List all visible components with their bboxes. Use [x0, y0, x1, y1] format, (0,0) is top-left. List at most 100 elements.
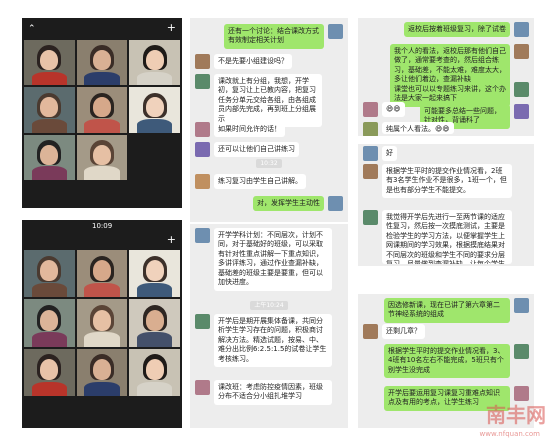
participant-body — [31, 166, 68, 180]
incoming-message-bubble[interactable]: 纯属个人看法。😄😄 — [382, 122, 454, 134]
participant-face — [145, 309, 164, 331]
participant-body — [31, 332, 68, 347]
avatar[interactable] — [363, 324, 378, 339]
watermark-url: www.nfquan.com — [479, 430, 540, 438]
participant-video-tile[interactable] — [24, 40, 75, 86]
participant-body — [84, 381, 120, 396]
avatar[interactable] — [195, 122, 210, 137]
avatar[interactable] — [195, 142, 210, 157]
chat-panel-review: 返校后按着班级复习，除了试卷 我个人的看法，返校后那有他们自己做了，通常要考查的，… — [358, 18, 534, 136]
participant-video-tile[interactable] — [76, 40, 128, 86]
avatar[interactable] — [195, 314, 210, 329]
participant-body — [84, 332, 120, 347]
chat-timestamp: 上午10:24 — [190, 300, 348, 310]
participant-grid — [24, 40, 180, 180]
video-call-panel-top: ⌃ + — [22, 18, 182, 208]
chat-panel-plan: 开学学科计划：不同层次，计划不同，对于基础好的班级，可以采取有针对性重点讲解一下… — [190, 224, 348, 428]
status-time: 10:09 — [92, 222, 113, 230]
avatar[interactable] — [195, 174, 210, 189]
avatar[interactable] — [514, 82, 529, 97]
outgoing-message-bubble[interactable]: 返校后按着班级复习，除了试卷 — [404, 22, 510, 38]
participant-face — [40, 359, 59, 380]
participant-face — [145, 49, 164, 70]
incoming-message-bubble[interactable]: 好 — [382, 146, 397, 162]
participant-video-tile[interactable] — [129, 250, 180, 298]
participant-video-tile[interactable] — [129, 299, 180, 347]
avatar[interactable] — [195, 228, 210, 243]
participant-video-tile[interactable] — [129, 348, 180, 396]
participant-video-tile[interactable] — [129, 87, 180, 133]
avatar[interactable] — [195, 74, 210, 89]
participant-body — [31, 283, 68, 298]
avatar[interactable] — [514, 44, 529, 59]
outgoing-message-bubble[interactable]: 因选修新课，现在已讲了第六章第二节神经系统的组成 — [384, 298, 510, 323]
incoming-message-bubble[interactable]: 开学学科计划：不同层次，计划不同，对于基础好的班级，可以采取有针对性重点讲解一下… — [214, 228, 332, 291]
avatar[interactable] — [363, 146, 378, 161]
participant-video-tile[interactable] — [76, 134, 128, 180]
avatar[interactable] — [514, 104, 529, 119]
avatar[interactable] — [514, 22, 529, 37]
incoming-message-bubble[interactable]: 课改就上有分组，我想，开学初，复习让上已教内容，把复习任务分单元交给各组，由各组… — [214, 74, 322, 128]
plus-icon[interactable]: + — [167, 22, 176, 33]
participant-body — [31, 71, 68, 86]
participant-face — [40, 144, 59, 165]
participant-body — [84, 166, 120, 180]
participant-grid — [24, 250, 180, 396]
incoming-message-bubble[interactable]: 课改班：考虑防控疫情因素，班级分布不适合分小组扎堆学习 — [214, 380, 332, 405]
participant-body — [31, 381, 68, 396]
participant-video-tile[interactable] — [76, 348, 128, 396]
participant-face — [92, 309, 112, 331]
participant-face — [92, 97, 112, 118]
participant-body — [136, 332, 173, 347]
avatar[interactable] — [195, 380, 210, 395]
participant-video-tile[interactable] — [24, 134, 75, 180]
incoming-message-bubble[interactable]: 😄😄 — [382, 102, 405, 118]
incoming-message-bubble[interactable]: 我觉得开学后先进行一至两节课的适应性复习，然后按一次摸底测试，主要是检验学生的学… — [382, 210, 512, 264]
participant-face — [92, 49, 112, 70]
participant-face — [145, 359, 164, 380]
avatar[interactable] — [195, 54, 210, 69]
incoming-message-bubble[interactable]: 根据学生平时的提交作业情况看，2班有3名学生作业不是很多，1班一个，但是也有部分… — [382, 164, 512, 199]
participant-video-tile[interactable] — [24, 87, 75, 133]
participant-video-tile[interactable] — [76, 299, 128, 347]
participant-video-tile[interactable] — [24, 299, 75, 347]
participant-video-tile[interactable] — [24, 348, 75, 396]
outgoing-message-bubble[interactable]: 对，发挥学生主动性 — [253, 196, 324, 212]
participant-video-tile[interactable] — [129, 40, 180, 86]
avatar[interactable] — [363, 122, 378, 136]
participant-face — [40, 309, 59, 331]
outgoing-message-bubble[interactable]: 根据学生平时的提交作业情况看，3、4班有10名左右不能完成，5班只有个别学生没完… — [384, 344, 510, 379]
participant-face — [92, 359, 112, 380]
avatar[interactable] — [328, 24, 343, 39]
incoming-message-bubble[interactable]: 不是先要小组建设吗？ — [214, 54, 292, 70]
plus-icon[interactable]: + — [167, 234, 176, 245]
avatar[interactable] — [514, 298, 529, 313]
status-bar: 10:09 — [22, 220, 182, 232]
avatar[interactable] — [363, 210, 378, 225]
chevron-up-icon[interactable]: ⌃ — [28, 24, 36, 35]
avatar[interactable] — [514, 344, 529, 359]
chat-panel-planning: 还有一个讨论：结合课改方式有效制定相关计划不是先要小组建设吗？ 课改就上有分组，我… — [190, 18, 348, 222]
participant-body — [136, 381, 173, 396]
participant-face — [40, 49, 59, 70]
avatar[interactable] — [363, 102, 378, 117]
incoming-message-bubble[interactable]: 如果时间允许的话！ — [214, 122, 285, 138]
watermark-logo: 南丰网 — [486, 403, 546, 427]
incoming-message-bubble[interactable]: 还可以让他们自己讲练习 — [214, 142, 299, 158]
chat-timestamp-label: 上午10:24 — [250, 301, 288, 310]
avatar[interactable] — [363, 164, 378, 179]
avatar[interactable] — [328, 196, 343, 211]
incoming-message-bubble[interactable]: 还剩几章？ — [382, 324, 425, 340]
incoming-message-bubble[interactable]: 练习复习由学生自己讲解。 — [214, 174, 306, 190]
outgoing-message-bubble[interactable]: 还有一个讨论：结合课改方式有效制定相关计划 — [224, 24, 324, 49]
participant-face — [92, 260, 112, 282]
participant-video-tile[interactable] — [76, 87, 128, 133]
participant-video-tile[interactable] — [24, 250, 75, 298]
video-call-panel-bottom: 10:09 + — [22, 220, 182, 428]
incoming-message-bubble[interactable]: 开学后是期开展集体备课，共同分析学生学习存在的问题，积极商讨解决方法。精选试题，… — [214, 314, 332, 368]
participant-body — [31, 119, 68, 133]
participant-video-tile[interactable] — [76, 250, 128, 298]
participant-face — [40, 97, 59, 118]
participant-body — [84, 71, 120, 86]
chat-timestamp: 10:32 — [190, 159, 348, 168]
